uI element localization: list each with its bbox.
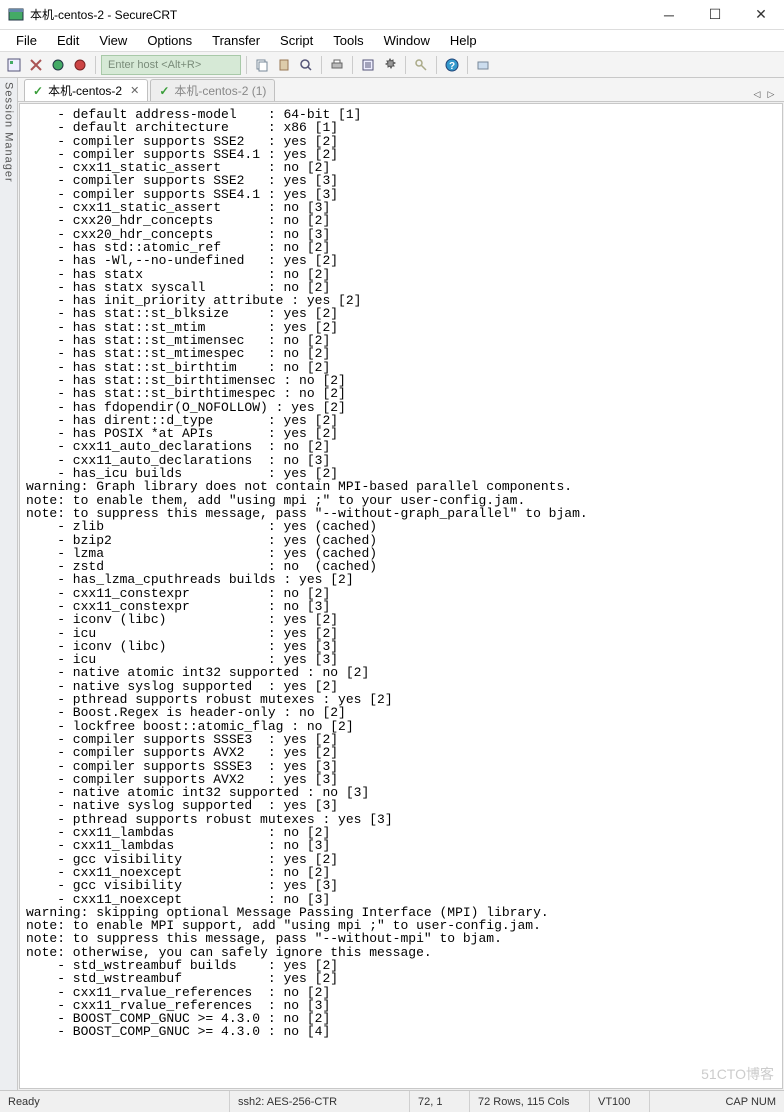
session-manager-icon[interactable] <box>4 55 24 75</box>
session-manager-sidebar[interactable]: Session Manager <box>0 78 18 1090</box>
help-icon[interactable]: ? <box>442 55 462 75</box>
properties-icon[interactable] <box>358 55 378 75</box>
tab-prev-icon[interactable]: ◁ <box>750 87 764 101</box>
menubar: File Edit View Options Transfer Script T… <box>0 30 784 52</box>
menu-options[interactable]: Options <box>139 31 200 50</box>
tab-label: 本机-centos-2 <box>48 82 122 99</box>
menu-view[interactable]: View <box>91 31 135 50</box>
status-keylock: CAP NUM <box>717 1091 784 1112</box>
window-title: 本机-centos-2 - SecureCRT <box>30 6 646 23</box>
app-icon <box>8 7 24 23</box>
terminal-output[interactable]: - default address-model : 64-bit [1] - d… <box>19 103 783 1089</box>
settings-icon[interactable] <box>380 55 400 75</box>
tab-close-icon[interactable]: ✕ <box>130 84 139 97</box>
menu-tools[interactable]: Tools <box>325 31 371 50</box>
titlebar: 本机-centos-2 - SecureCRT ─ ☐ ✕ <box>0 0 784 30</box>
menu-help[interactable]: Help <box>442 31 485 50</box>
tab-label: 本机-centos-2 (1) <box>174 82 266 99</box>
extra-icon[interactable] <box>473 55 493 75</box>
status-cursor: 72, 1 <box>410 1091 470 1112</box>
tab-session-2[interactable]: ✓ 本机-centos-2 (1) <box>150 79 275 101</box>
status-dimensions: 72 Rows, 115 Cols <box>470 1091 590 1112</box>
copy-icon[interactable] <box>252 55 272 75</box>
tab-session-1[interactable]: ✓ 本机-centos-2 ✕ <box>24 79 148 101</box>
disconnect-icon[interactable] <box>70 55 90 75</box>
quick-connect-icon[interactable] <box>26 55 46 75</box>
print-icon[interactable] <box>327 55 347 75</box>
tab-next-icon[interactable]: ▷ <box>764 87 778 101</box>
toolbar: Enter host <Alt+R> ? <box>0 52 784 78</box>
menu-script[interactable]: Script <box>272 31 321 50</box>
sidebar-label: Session Manager <box>3 82 15 183</box>
status-termtype: VT100 <box>590 1091 650 1112</box>
statusbar: Ready ssh2: AES-256-CTR 72, 1 72 Rows, 1… <box>0 1090 784 1112</box>
host-input[interactable]: Enter host <Alt+R> <box>101 55 241 75</box>
menu-window[interactable]: Window <box>376 31 438 50</box>
check-icon: ✓ <box>33 84 43 98</box>
tabbar: ✓ 本机-centos-2 ✕ ✓ 本机-centos-2 (1) ◁ ▷ <box>18 78 784 102</box>
close-button[interactable]: ✕ <box>738 0 784 30</box>
status-ready: Ready <box>0 1091 230 1112</box>
connect-icon[interactable] <box>48 55 68 75</box>
paste-icon[interactable] <box>274 55 294 75</box>
svg-text:?: ? <box>449 61 455 72</box>
check-icon: ✓ <box>159 84 169 98</box>
maximize-button[interactable]: ☐ <box>692 0 738 30</box>
menu-edit[interactable]: Edit <box>49 31 87 50</box>
find-icon[interactable] <box>296 55 316 75</box>
status-protocol: ssh2: AES-256-CTR <box>230 1091 410 1112</box>
menu-file[interactable]: File <box>8 31 45 50</box>
minimize-button[interactable]: ─ <box>646 0 692 30</box>
menu-transfer[interactable]: Transfer <box>204 31 268 50</box>
key-icon[interactable] <box>411 55 431 75</box>
